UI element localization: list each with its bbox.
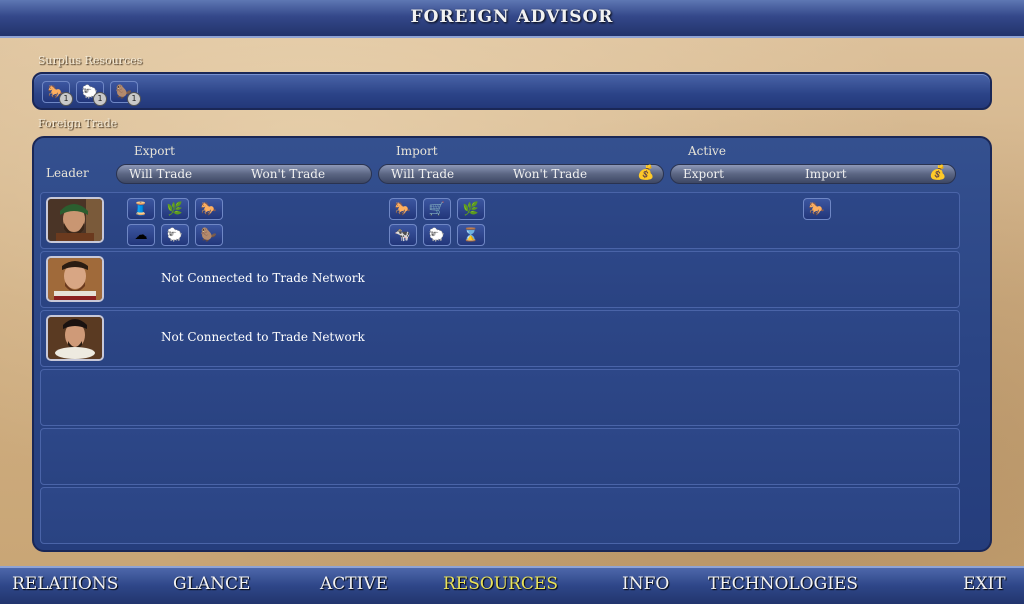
- not-connected-message: Not Connected to Trade Network: [161, 330, 365, 344]
- cotton-glyph: ☁: [134, 227, 148, 243]
- sheep-icon[interactable]: 🐑: [423, 224, 451, 246]
- resource-count-badge: 1: [59, 92, 73, 106]
- leader-portrait-image: [48, 199, 102, 241]
- spice-glyph: 🌿: [166, 201, 184, 217]
- horse-icon[interactable]: 🐎 1: [42, 81, 73, 106]
- fur-icon[interactable]: 🦫: [195, 224, 223, 246]
- foreign-trade-panel: Export Import Active Leader Will Trade W…: [32, 136, 992, 552]
- horse-icon[interactable]: 🐎: [389, 198, 417, 220]
- horse-icon[interactable]: 🐎: [195, 198, 223, 220]
- nav-technologies[interactable]: TECHNOLOGIES: [708, 574, 858, 594]
- silk-glyph: 🧵: [132, 201, 150, 217]
- horse-glyph: 🐎: [808, 201, 826, 217]
- horse-glyph: 🐎: [200, 201, 218, 217]
- empty-leader-row: [40, 369, 960, 426]
- leader-portrait-image: [48, 258, 102, 300]
- spice-glyph: 🌿: [462, 201, 480, 217]
- active-header: Active: [688, 144, 726, 158]
- sheep-glyph: 🐑: [428, 227, 446, 243]
- leader-row: 🧵 🌿 🐎 ☁ 🐑 🦫 🐎 🛒 🌿 🐄 🐑 ⌛ 🐎: [40, 192, 960, 249]
- import-column-header[interactable]: Will Trade Won't Trade 💰: [378, 164, 664, 184]
- title-bar: FOREIGN ADVISOR: [0, 0, 1024, 38]
- nav-exit[interactable]: EXIT: [963, 574, 1006, 594]
- cow-glyph: 🐄: [394, 227, 412, 243]
- nav-resources[interactable]: RESOURCES: [443, 574, 558, 594]
- wheat-icon[interactable]: ⌛: [457, 224, 485, 246]
- sheep-icon[interactable]: 🐑 1: [76, 81, 107, 106]
- cow-icon[interactable]: 🐄: [389, 224, 417, 246]
- foreign-trade-label: Foreign Trade: [38, 117, 118, 130]
- active-export-label: Export: [683, 167, 724, 181]
- resource-count-badge: 1: [127, 92, 141, 106]
- nav-info[interactable]: INFO: [622, 574, 669, 594]
- leader-portrait[interactable]: [46, 315, 104, 361]
- sheep-icon[interactable]: 🐑: [161, 224, 189, 246]
- leader-header: Leader: [46, 166, 89, 180]
- leader-row: Not Connected to Trade Network: [40, 251, 960, 308]
- sheep-glyph: 🐑: [166, 227, 184, 243]
- surplus-resources-bar: 🐎 1 🐑 1 🦫 1: [32, 72, 992, 110]
- horse-icon[interactable]: 🐎: [803, 198, 831, 220]
- nav-glance[interactable]: GLANCE: [173, 574, 250, 594]
- silk-icon[interactable]: 🧵: [127, 198, 155, 220]
- spice-icon[interactable]: 🌿: [161, 198, 189, 220]
- wagon-icon[interactable]: 🛒: [423, 198, 451, 220]
- nav-relations[interactable]: RELATIONS: [12, 574, 118, 594]
- fur-glyph: 🦫: [200, 227, 218, 243]
- gold-bag-icon[interactable]: 💰: [637, 165, 654, 181]
- active-column-header[interactable]: Export Import 💰: [670, 164, 956, 184]
- horse-glyph: 🐎: [394, 201, 412, 217]
- import-will-trade-label: Will Trade: [391, 167, 455, 181]
- window-title: FOREIGN ADVISOR: [410, 7, 614, 27]
- fur-icon[interactable]: 🦫 1: [110, 81, 141, 106]
- gold-bag-icon[interactable]: 💰: [929, 165, 946, 181]
- export-wont-trade-label: Won't Trade: [251, 167, 326, 181]
- nav-active[interactable]: ACTIVE: [320, 574, 388, 594]
- wheat-glyph: ⌛: [462, 227, 480, 243]
- leader-row: Not Connected to Trade Network: [40, 310, 960, 367]
- leader-portrait[interactable]: [46, 256, 104, 302]
- export-header: Export: [134, 144, 175, 158]
- import-wont-trade-label: Won't Trade: [513, 167, 588, 181]
- leader-portrait[interactable]: [46, 197, 104, 243]
- empty-leader-row: [40, 428, 960, 485]
- surplus-resources-label: Surplus Resources: [38, 54, 143, 67]
- advisor-nav-bar: RELATIONS GLANCE ACTIVE RESOURCES INFO T…: [0, 566, 1024, 604]
- resource-count-badge: 1: [93, 92, 107, 106]
- spice-icon[interactable]: 🌿: [457, 198, 485, 220]
- active-import-label: Import: [805, 167, 847, 181]
- not-connected-message: Not Connected to Trade Network: [161, 271, 365, 285]
- empty-leader-row: [40, 487, 960, 544]
- wagon-glyph: 🛒: [428, 201, 446, 217]
- import-header: Import: [396, 144, 438, 158]
- leader-portrait-image: [48, 317, 102, 359]
- export-column-header[interactable]: Will Trade Won't Trade: [116, 164, 372, 184]
- cotton-icon[interactable]: ☁: [127, 224, 155, 246]
- export-will-trade-label: Will Trade: [129, 167, 193, 181]
